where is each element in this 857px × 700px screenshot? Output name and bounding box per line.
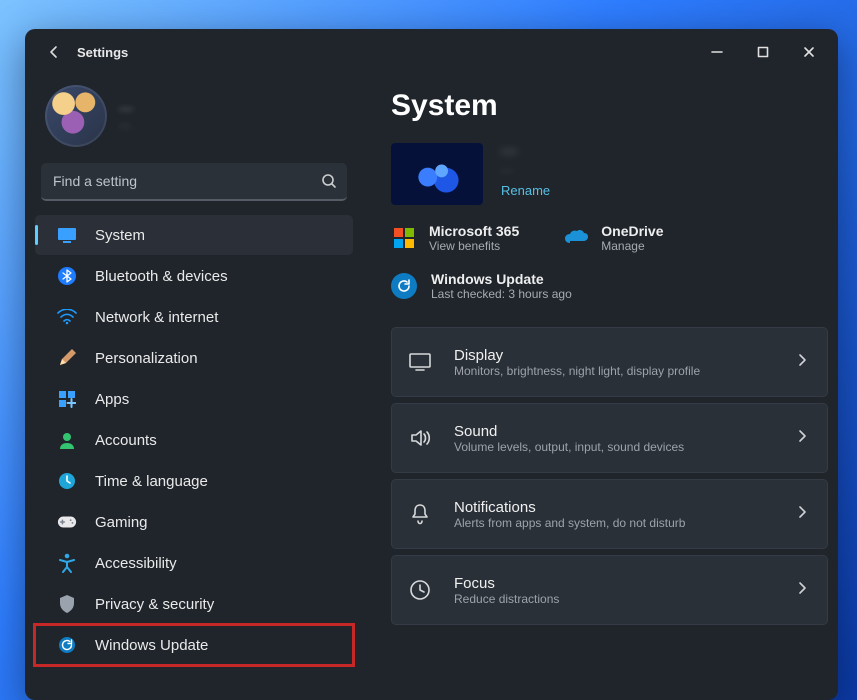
back-button[interactable] — [37, 35, 71, 69]
nav-list: System Bluetooth & devices Network & inter… — [35, 215, 353, 665]
card-notifications[interactable]: NotificationsAlerts from apps and system… — [391, 479, 828, 549]
sidebar-item-time-language[interactable]: Time & language — [35, 461, 353, 501]
maximize-button[interactable] — [740, 29, 786, 75]
window-title: Settings — [77, 45, 128, 60]
search-box[interactable] — [41, 163, 347, 201]
sidebar-item-network[interactable]: Network & internet — [35, 297, 353, 337]
sidebar-item-accounts[interactable]: Accounts — [35, 420, 353, 460]
tile-onedrive[interactable]: OneDrive Manage — [563, 223, 663, 253]
display-icon — [408, 350, 432, 374]
onedrive-icon — [563, 225, 589, 251]
sidebar-item-system[interactable]: System — [35, 215, 353, 255]
windows-update-row[interactable]: Windows Update Last checked: 3 hours ago — [391, 271, 828, 301]
accessibility-icon — [57, 553, 77, 573]
card-sub: Reduce distractions — [454, 592, 559, 606]
chevron-right-icon — [797, 429, 807, 448]
sidebar-item-windows-update[interactable]: Windows Update — [35, 625, 353, 665]
card-sub: Monitors, brightness, night light, displ… — [454, 364, 700, 378]
sidebar-item-label: Bluetooth & devices — [95, 268, 228, 285]
tile-title: Microsoft 365 — [429, 223, 519, 239]
info-tiles: Microsoft 365 View benefits OneDrive Man… — [391, 223, 828, 253]
chevron-right-icon — [797, 353, 807, 372]
avatar — [45, 85, 107, 147]
device-block: — — Rename — [391, 143, 828, 205]
tile-sub: Manage — [601, 239, 663, 253]
sidebar-item-privacy-security[interactable]: Privacy & security — [35, 584, 353, 624]
tile-title: OneDrive — [601, 223, 663, 239]
sidebar-item-label: Personalization — [95, 350, 198, 367]
apps-icon — [57, 389, 77, 409]
sidebar: — — System Bluetooth & devices Network & i… — [25, 75, 363, 700]
settings-cards: DisplayMonitors, brightness, night light… — [391, 327, 828, 625]
microsoft-365-icon — [391, 225, 417, 251]
device-name: — — [501, 143, 550, 161]
tile-sub: View benefits — [429, 239, 519, 253]
sidebar-item-label: Windows Update — [95, 637, 208, 654]
wu-sub: Last checked: 3 hours ago — [431, 287, 572, 301]
chevron-right-icon — [797, 505, 807, 524]
close-button[interactable] — [786, 29, 832, 75]
sidebar-item-label: Gaming — [95, 514, 148, 531]
window-controls — [694, 29, 832, 75]
sidebar-item-bluetooth[interactable]: Bluetooth & devices — [35, 256, 353, 296]
gaming-icon — [57, 512, 77, 532]
sidebar-item-accessibility[interactable]: Accessibility — [35, 543, 353, 583]
time-language-icon — [57, 471, 77, 491]
focus-icon — [408, 578, 432, 602]
search-input[interactable] — [51, 172, 321, 190]
sidebar-item-label: Time & language — [95, 473, 208, 490]
sidebar-item-apps[interactable]: Apps — [35, 379, 353, 419]
bluetooth-icon — [57, 266, 77, 286]
sidebar-item-label: Privacy & security — [95, 596, 214, 613]
card-title: Focus — [454, 575, 559, 592]
sidebar-item-personalization[interactable]: Personalization — [35, 338, 353, 378]
profile-name: — — [119, 100, 133, 116]
profile-email: — — [119, 118, 133, 132]
page-heading: System — [391, 89, 828, 123]
settings-window: Settings — — System Bluetooth & devices Ne… — [25, 29, 838, 700]
card-sub: Alerts from apps and system, do not dist… — [454, 516, 685, 530]
card-title: Notifications — [454, 499, 685, 516]
notifications-icon — [408, 502, 432, 526]
sidebar-item-label: System — [95, 227, 145, 244]
search-icon — [321, 173, 337, 189]
card-sound[interactable]: SoundVolume levels, output, input, sound… — [391, 403, 828, 473]
privacy-security-icon — [57, 594, 77, 614]
system-icon — [57, 225, 77, 245]
sound-icon — [408, 426, 432, 450]
sidebar-item-label: Apps — [95, 391, 129, 408]
windows-update-icon — [57, 635, 77, 655]
sidebar-item-label: Accounts — [95, 432, 157, 449]
card-focus[interactable]: FocusReduce distractions — [391, 555, 828, 625]
profile-block[interactable]: — — — [35, 75, 353, 163]
card-title: Display — [454, 347, 700, 364]
card-display[interactable]: DisplayMonitors, brightness, night light… — [391, 327, 828, 397]
device-thumbnail — [391, 143, 483, 205]
chevron-right-icon — [797, 581, 807, 600]
rename-link[interactable]: Rename — [501, 183, 550, 198]
personalization-icon — [57, 348, 77, 368]
sidebar-item-label: Accessibility — [95, 555, 177, 572]
sidebar-item-gaming[interactable]: Gaming — [35, 502, 353, 542]
content-pane: System — — Rename — [363, 75, 838, 700]
windows-update-icon — [391, 273, 417, 299]
card-sub: Volume levels, output, input, sound devi… — [454, 440, 684, 454]
network-icon — [57, 307, 77, 327]
sidebar-item-label: Network & internet — [95, 309, 218, 326]
minimize-button[interactable] — [694, 29, 740, 75]
titlebar: Settings — [25, 29, 838, 75]
device-hardware: — — [501, 163, 550, 177]
accounts-icon — [57, 430, 77, 450]
card-title: Sound — [454, 423, 684, 440]
wu-title: Windows Update — [431, 271, 572, 287]
tile-m365[interactable]: Microsoft 365 View benefits — [391, 223, 519, 253]
